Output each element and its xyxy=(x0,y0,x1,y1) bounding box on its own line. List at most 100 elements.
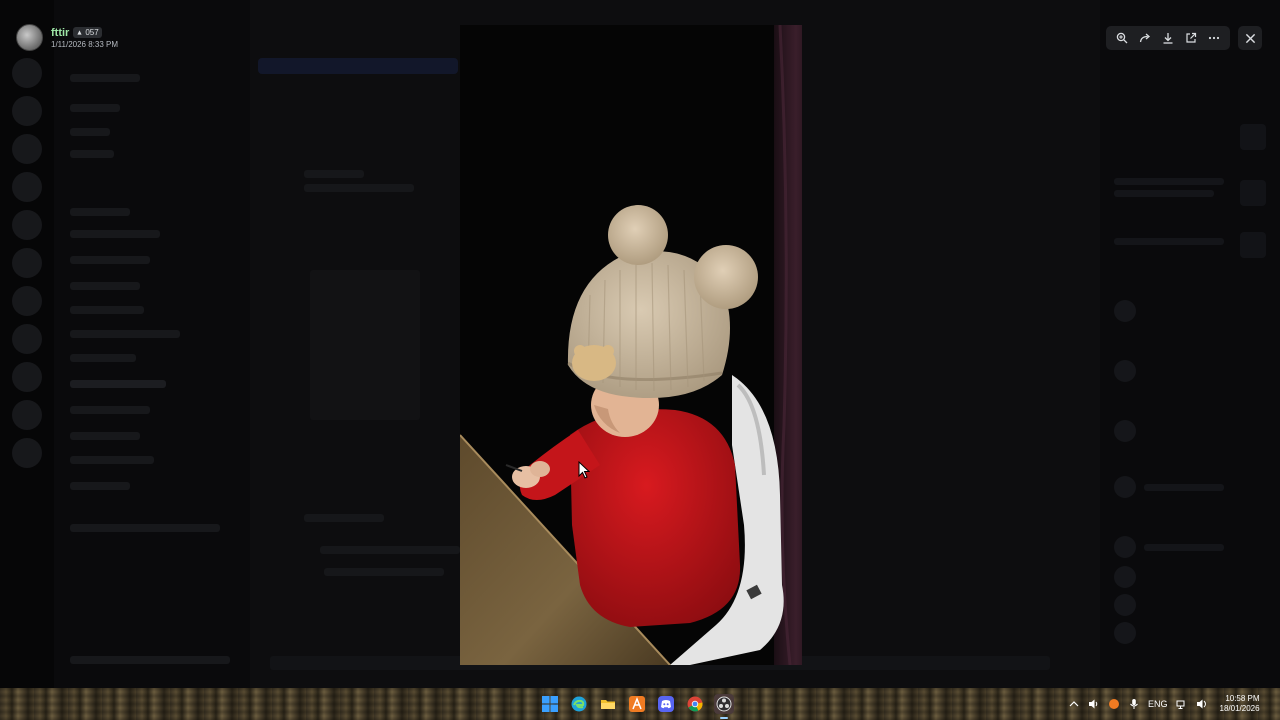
member-text xyxy=(1144,484,1224,491)
member-thumb xyxy=(1240,232,1266,258)
channel-item xyxy=(70,432,140,440)
channel-item xyxy=(70,354,136,362)
obs-icon xyxy=(716,696,732,712)
member-text xyxy=(1114,178,1224,185)
server-icon xyxy=(12,362,42,392)
server-icon xyxy=(12,172,42,202)
member-text xyxy=(1114,190,1214,197)
chevron-up-icon xyxy=(1069,701,1079,707)
close-icon xyxy=(1245,33,1255,43)
uploader-tag-text: 057 xyxy=(85,28,99,37)
close-button[interactable] xyxy=(1238,26,1262,50)
windows-start-icon xyxy=(542,696,558,712)
member-thumb xyxy=(1240,124,1266,150)
network-icon xyxy=(1176,700,1185,709)
image-preview[interactable] xyxy=(460,25,802,665)
channel-item xyxy=(70,150,114,158)
voice-status xyxy=(70,524,220,532)
open-external-button[interactable] xyxy=(1182,29,1200,47)
chat-line xyxy=(320,546,460,554)
member-avatar xyxy=(1114,566,1136,588)
user-panel xyxy=(70,656,230,664)
forward-button[interactable] xyxy=(1136,29,1154,47)
taskbar-app[interactable] xyxy=(627,694,647,714)
server-icon xyxy=(12,286,42,316)
member-avatar xyxy=(1114,300,1136,322)
member-avatar xyxy=(1114,420,1136,442)
file-explorer-icon xyxy=(601,700,615,709)
member-text xyxy=(1114,238,1224,245)
uploader-info: fttir 057 1/11/2026 8:33 PM xyxy=(16,24,118,51)
uploader-avatar[interactable] xyxy=(16,24,43,51)
channel-item xyxy=(70,208,130,216)
server-list xyxy=(0,0,54,688)
member-text xyxy=(1144,544,1224,551)
server-icon xyxy=(12,324,42,354)
member-avatar xyxy=(1114,536,1136,558)
windows-start-button[interactable] xyxy=(540,694,560,714)
chat-line xyxy=(324,568,444,576)
tray-app[interactable] xyxy=(1108,698,1120,710)
volume-icon xyxy=(1196,699,1206,709)
uploader-tag: 057 xyxy=(73,27,102,38)
speaker-icon xyxy=(1089,699,1098,709)
tray-app-icon xyxy=(1109,699,1119,709)
edge-icon xyxy=(571,696,587,712)
zoom-in-button[interactable] xyxy=(1113,29,1131,47)
clock-date: 18/01/2026 xyxy=(1219,704,1260,713)
photo-child-in-knit-hat xyxy=(460,25,802,665)
upload-timestamp: 1/11/2026 8:33 PM xyxy=(51,39,119,49)
member-avatar xyxy=(1114,622,1136,644)
chat-image xyxy=(310,270,420,420)
taskbar-clock[interactable]: 10:58 PM 18/01/2026 xyxy=(1220,694,1260,714)
tray-volume-2[interactable] xyxy=(1196,698,1208,710)
channel-item xyxy=(70,128,110,136)
uploader-name-row: fttir 057 xyxy=(51,27,118,39)
taskbar-discord[interactable] xyxy=(656,694,676,714)
more-options-button[interactable] xyxy=(1205,29,1223,47)
uploader-username[interactable]: fttir xyxy=(51,27,69,39)
media-toolbar xyxy=(1106,26,1230,50)
tray-volume[interactable] xyxy=(1088,698,1100,710)
channel-item xyxy=(70,74,140,82)
new-messages-bar xyxy=(258,58,458,74)
member-avatar xyxy=(1114,360,1136,382)
microphone-icon xyxy=(1130,699,1138,709)
channel-item xyxy=(70,282,140,290)
server-icon xyxy=(12,248,42,278)
channel-item xyxy=(70,482,130,490)
server-icon xyxy=(12,400,42,430)
server-icon xyxy=(12,58,42,88)
tray-microphone[interactable] xyxy=(1128,698,1140,710)
chat-line xyxy=(304,514,384,522)
taskbar-edge[interactable] xyxy=(569,694,589,714)
uploader-text: fttir 057 1/11/2026 8:33 PM xyxy=(51,27,118,49)
mouse-cursor-icon xyxy=(578,461,590,479)
download-icon xyxy=(1163,33,1173,44)
channel-item-active xyxy=(70,380,166,388)
member-list xyxy=(1100,0,1280,688)
server-icon xyxy=(12,438,42,468)
taskbar-chrome[interactable] xyxy=(685,694,705,714)
open-external-icon xyxy=(1186,32,1197,43)
tray-overflow-button[interactable] xyxy=(1068,698,1080,710)
download-button[interactable] xyxy=(1159,29,1177,47)
channel-item xyxy=(70,406,150,414)
channel-list xyxy=(54,0,250,688)
app-icon xyxy=(629,696,645,712)
taskbar-obs[interactable] xyxy=(714,694,734,719)
channel-item xyxy=(70,256,150,264)
channel-item xyxy=(70,456,154,464)
server-icon xyxy=(12,134,42,164)
taskbar-file-explorer[interactable] xyxy=(598,694,618,714)
forward-icon xyxy=(1139,33,1150,43)
channel-item xyxy=(70,330,180,338)
system-tray: ENG 10:58 PM 18/01/2026 xyxy=(1068,688,1260,720)
discord-icon xyxy=(658,696,674,712)
tray-network[interactable] xyxy=(1176,698,1188,710)
channel-item xyxy=(70,306,144,314)
language-indicator[interactable]: ENG xyxy=(1148,699,1168,709)
more-icon xyxy=(1209,36,1220,40)
server-icon xyxy=(12,210,42,240)
chrome-icon xyxy=(687,696,703,712)
